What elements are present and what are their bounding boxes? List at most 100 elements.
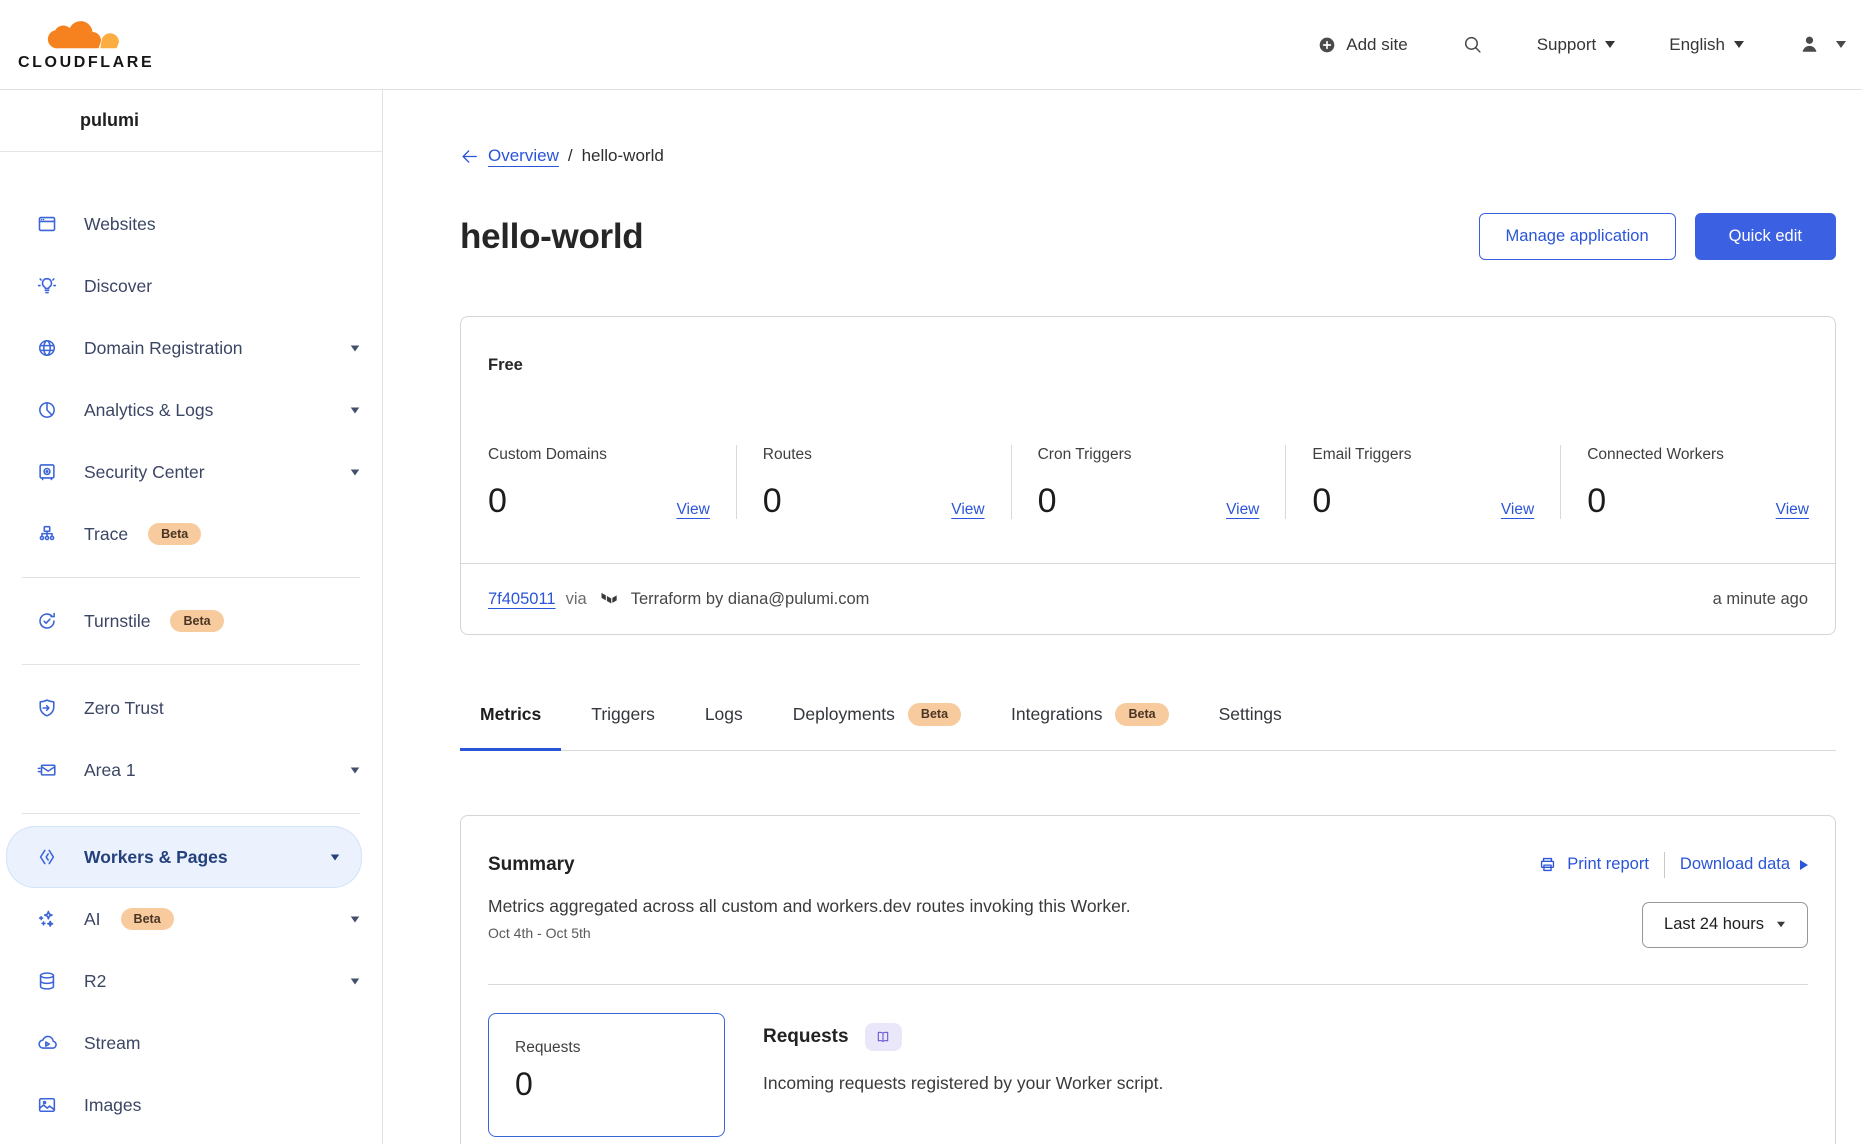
tab-settings[interactable]: Settings xyxy=(1199,691,1302,751)
metric-view-link[interactable]: View xyxy=(676,501,709,519)
sidebar-item-workers-pages[interactable]: Workers & Pages xyxy=(6,826,362,888)
summary-divider xyxy=(488,984,1808,985)
support-menu[interactable]: Support xyxy=(1537,35,1616,55)
top-header: CLOUDFLARE Add site Support English xyxy=(0,0,1862,90)
metric-view-link[interactable]: View xyxy=(1501,501,1534,519)
sidebar-item-label: Workers & Pages xyxy=(84,847,228,868)
summary-title: Summary xyxy=(488,853,575,877)
manage-application-button[interactable]: Manage application xyxy=(1479,213,1676,260)
globe-icon xyxy=(36,337,58,359)
summary-description: Metrics aggregated across all custom and… xyxy=(488,894,1131,918)
shield-icon xyxy=(36,697,58,719)
metric-view-link[interactable]: View xyxy=(1776,501,1809,519)
metric-label: Email Triggers xyxy=(1312,445,1534,465)
book-icon xyxy=(875,1029,891,1045)
sidebar-item-turnstile[interactable]: Turnstile Beta xyxy=(0,590,382,652)
print-report-link[interactable]: Print report xyxy=(1538,855,1649,874)
chevron-down-icon xyxy=(1734,41,1744,48)
sidebar-item-label: Websites xyxy=(84,214,156,235)
beta-badge: Beta xyxy=(170,610,223,633)
breadcrumb-current: hello-world xyxy=(582,145,664,167)
sidebar-item-label: Turnstile xyxy=(84,611,150,632)
sidebar-item-label: Images xyxy=(84,1095,141,1116)
beta-badge: Beta xyxy=(121,908,174,931)
tab-label: Settings xyxy=(1219,704,1282,725)
metric-email-triggers: Email Triggers 0 View xyxy=(1285,445,1560,519)
tab-triggers[interactable]: Triggers xyxy=(571,691,675,751)
sparkles-icon xyxy=(36,908,58,930)
sidebar-item-label: Trace xyxy=(84,524,128,545)
summary-date-range: Oct 4th - Oct 5th xyxy=(488,924,1131,942)
sidebar-item-trace[interactable]: Trace Beta xyxy=(0,503,382,565)
sidebar-item-domain-registration[interactable]: Domain Registration xyxy=(0,317,382,379)
sidebar-item-label: Analytics & Logs xyxy=(84,400,213,421)
tab-label: Triggers xyxy=(591,704,655,725)
metric-routes: Routes 0 View xyxy=(736,445,1011,519)
sidebar-item-analytics-logs[interactable]: Analytics & Logs xyxy=(0,379,382,441)
terraform-icon xyxy=(599,589,619,609)
plan-metrics: Custom Domains 0 View Routes 0 View xyxy=(461,445,1835,519)
sidebar-item-label: R2 xyxy=(84,971,106,992)
sidebar-item-area-1[interactable]: Area 1 xyxy=(0,739,382,801)
deployment-row: 7f405011 via Terraform by diana@pulumi.c… xyxy=(461,564,1835,634)
metric-custom-domains: Custom Domains 0 View xyxy=(461,445,736,519)
chevron-down-icon xyxy=(1605,41,1615,48)
tab-label: Metrics xyxy=(480,704,541,725)
sidebar-item-r2[interactable]: R2 xyxy=(0,950,382,1012)
metric-label: Connected Workers xyxy=(1587,445,1809,465)
time-range-select[interactable]: Last 24 hours xyxy=(1642,902,1808,948)
stream-icon xyxy=(36,1032,58,1054)
chevron-down-icon xyxy=(351,767,360,773)
tab-logs[interactable]: Logs xyxy=(685,691,763,751)
sidebar-item-ai[interactable]: AI Beta xyxy=(0,888,382,950)
cloudflare-logo[interactable]: CLOUDFLARE xyxy=(18,17,154,72)
beta-badge: Beta xyxy=(908,703,961,726)
chevron-down-icon xyxy=(351,345,360,351)
user-icon xyxy=(1798,33,1821,56)
add-site-button[interactable]: Add site xyxy=(1317,35,1407,55)
tab-integrations[interactable]: Integrations Beta xyxy=(991,691,1189,751)
language-menu[interactable]: English xyxy=(1669,35,1744,55)
sidebar-item-zero-trust[interactable]: Zero Trust xyxy=(0,677,382,739)
sidebar-divider xyxy=(22,813,360,814)
chevron-right-icon xyxy=(1800,860,1808,870)
support-label: Support xyxy=(1537,35,1597,55)
breadcrumb-back-link[interactable]: Overview xyxy=(460,145,559,167)
requests-stat-value: 0 xyxy=(515,1067,724,1101)
sidebar-nav: Websites Discover xyxy=(0,152,382,1136)
docs-badge[interactable] xyxy=(865,1023,902,1051)
download-data-link[interactable]: Download data xyxy=(1680,855,1808,874)
cloudflare-wordmark: CLOUDFLARE xyxy=(18,54,154,72)
turnstile-icon xyxy=(36,610,58,632)
user-menu[interactable] xyxy=(1798,33,1846,56)
database-icon xyxy=(36,970,58,992)
metric-view-link[interactable]: View xyxy=(951,501,984,519)
browser-icon xyxy=(36,213,58,235)
requests-stat-box[interactable]: Requests 0 xyxy=(488,1013,725,1137)
search-icon[interactable] xyxy=(1462,34,1483,55)
sidebar-item-security-center[interactable]: Security Center xyxy=(0,441,382,503)
sidebar-item-label: Stream xyxy=(84,1033,140,1054)
cloudflare-cloud-icon xyxy=(47,17,125,53)
quick-edit-button[interactable]: Quick edit xyxy=(1695,213,1836,260)
chevron-down-icon xyxy=(351,916,360,922)
safe-icon xyxy=(36,461,58,483)
plan-name: Free xyxy=(461,317,1835,375)
sidebar-item-stream[interactable]: Stream xyxy=(0,1012,382,1074)
plus-circle-icon xyxy=(1317,35,1337,55)
sidebar-item-discover[interactable]: Discover xyxy=(0,255,382,317)
tab-metrics[interactable]: Metrics xyxy=(460,691,561,751)
sidebar-item-label: Area 1 xyxy=(84,760,136,781)
arrow-left-icon xyxy=(460,147,479,166)
deployment-id-link[interactable]: 7f405011 xyxy=(488,590,556,609)
sidebar-item-websites[interactable]: Websites xyxy=(0,193,382,255)
breadcrumb: Overview / hello-world xyxy=(460,145,1836,167)
metric-view-link[interactable]: View xyxy=(1226,501,1259,519)
tab-bar: Metrics Triggers Logs Deployments Beta xyxy=(460,691,1836,751)
account-name: pulumi xyxy=(0,90,382,152)
tab-deployments[interactable]: Deployments Beta xyxy=(773,691,981,751)
metric-value: 0 xyxy=(1312,483,1331,519)
language-label: English xyxy=(1669,35,1725,55)
pie-icon xyxy=(36,399,58,421)
sidebar-item-images[interactable]: Images xyxy=(0,1074,382,1136)
